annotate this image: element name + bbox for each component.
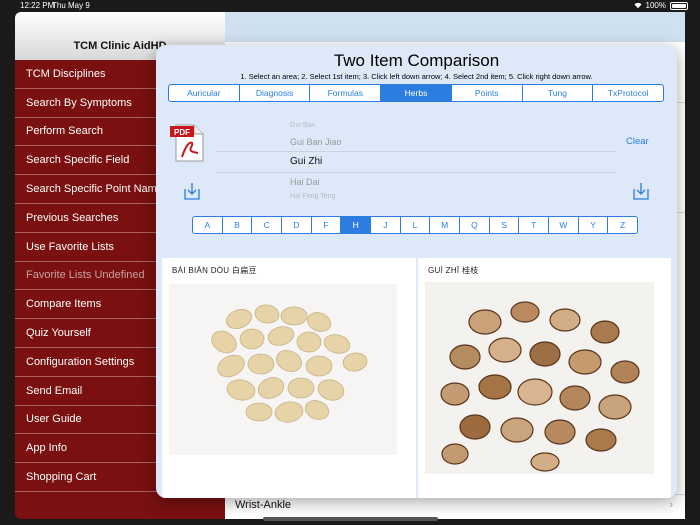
letter-button-s[interactable]: S — [490, 217, 520, 233]
tab-diagnosis[interactable]: Diagnosis — [240, 85, 311, 101]
letter-button-y[interactable]: Y — [579, 217, 609, 233]
status-time: 12:22 PM — [20, 1, 55, 10]
tab-formulas[interactable]: Formulas — [310, 85, 382, 101]
letter-button-t[interactable]: T — [519, 217, 550, 233]
right-item-photo — [425, 282, 654, 474]
letter-button-h[interactable]: H — [341, 217, 372, 233]
letter-index: ABCDFHJLMQSTWYZ — [192, 216, 638, 234]
download-left-icon[interactable] — [184, 182, 200, 200]
letter-button-d[interactable]: D — [282, 217, 312, 233]
comparison-modal: Two Item Comparison 1. Select an area; 2… — [156, 45, 677, 498]
letter-button-j[interactable]: J — [371, 217, 401, 233]
picker-item[interactable]: Gui Ban Jiao — [290, 137, 342, 147]
tab-herbs[interactable]: Herbs — [381, 85, 452, 101]
svg-text:PDF: PDF — [174, 128, 190, 137]
tab-auricular[interactable]: Auricular — [169, 85, 240, 101]
modal-instructions: 1. Select an area; 2. Select 1st item; 3… — [240, 72, 593, 81]
letter-button-z[interactable]: Z — [608, 217, 637, 233]
battery-icon — [670, 1, 688, 10]
letter-button-c[interactable]: C — [252, 217, 283, 233]
letter-button-a[interactable]: A — [193, 217, 223, 233]
area-tabs: Auricular Diagnosis Formulas Herbs Points Tun… — [168, 84, 664, 102]
download-right-icon[interactable] — [633, 182, 649, 200]
home-indicator — [263, 517, 438, 521]
chevron-right-icon: › — [669, 499, 673, 511]
left-item-photo — [169, 284, 397, 455]
letter-button-m[interactable]: M — [430, 217, 461, 233]
wifi-icon — [633, 2, 642, 9]
right-item-label: GUÌ ZHĪ 桂枝 — [428, 266, 479, 275]
letter-button-b[interactable]: B — [223, 217, 253, 233]
modal-title: Two Item Comparison — [333, 51, 500, 70]
item-picker[interactable]: Gui Ban Gui Ban Jiao Gui Zhi Hai Dai Hai… — [216, 119, 616, 205]
letter-button-f[interactable]: F — [312, 217, 342, 233]
pdf-icon[interactable]: PDF — [170, 123, 206, 163]
picker-item[interactable]: Hai Dai — [290, 177, 320, 187]
letter-button-l[interactable]: L — [401, 217, 431, 233]
letter-button-w[interactable]: W — [549, 217, 579, 233]
battery-percent: 100% — [645, 1, 666, 10]
tab-tung[interactable]: Tung — [523, 85, 594, 101]
picker-item[interactable]: Gui Ban — [290, 122, 315, 129]
clear-button[interactable]: Clear — [626, 136, 649, 147]
status-date: Thu May 9 — [52, 1, 90, 10]
picker-selected-item[interactable]: Gui Zhi — [290, 156, 322, 167]
letter-button-q[interactable]: Q — [460, 217, 490, 233]
status-bar: 12:22 PM Thu May 9 100% — [0, 0, 700, 12]
list-item-wrist-ankle[interactable]: Wrist-Ankle — [235, 499, 291, 511]
tab-txprotocol[interactable]: TxProtocol — [593, 85, 663, 101]
left-item-label: BÁI BIĀN DÒU 白扁豆 — [172, 266, 257, 275]
picker-item[interactable]: Hai Feng Teng — [290, 193, 335, 200]
tab-points[interactable]: Points — [452, 85, 523, 101]
